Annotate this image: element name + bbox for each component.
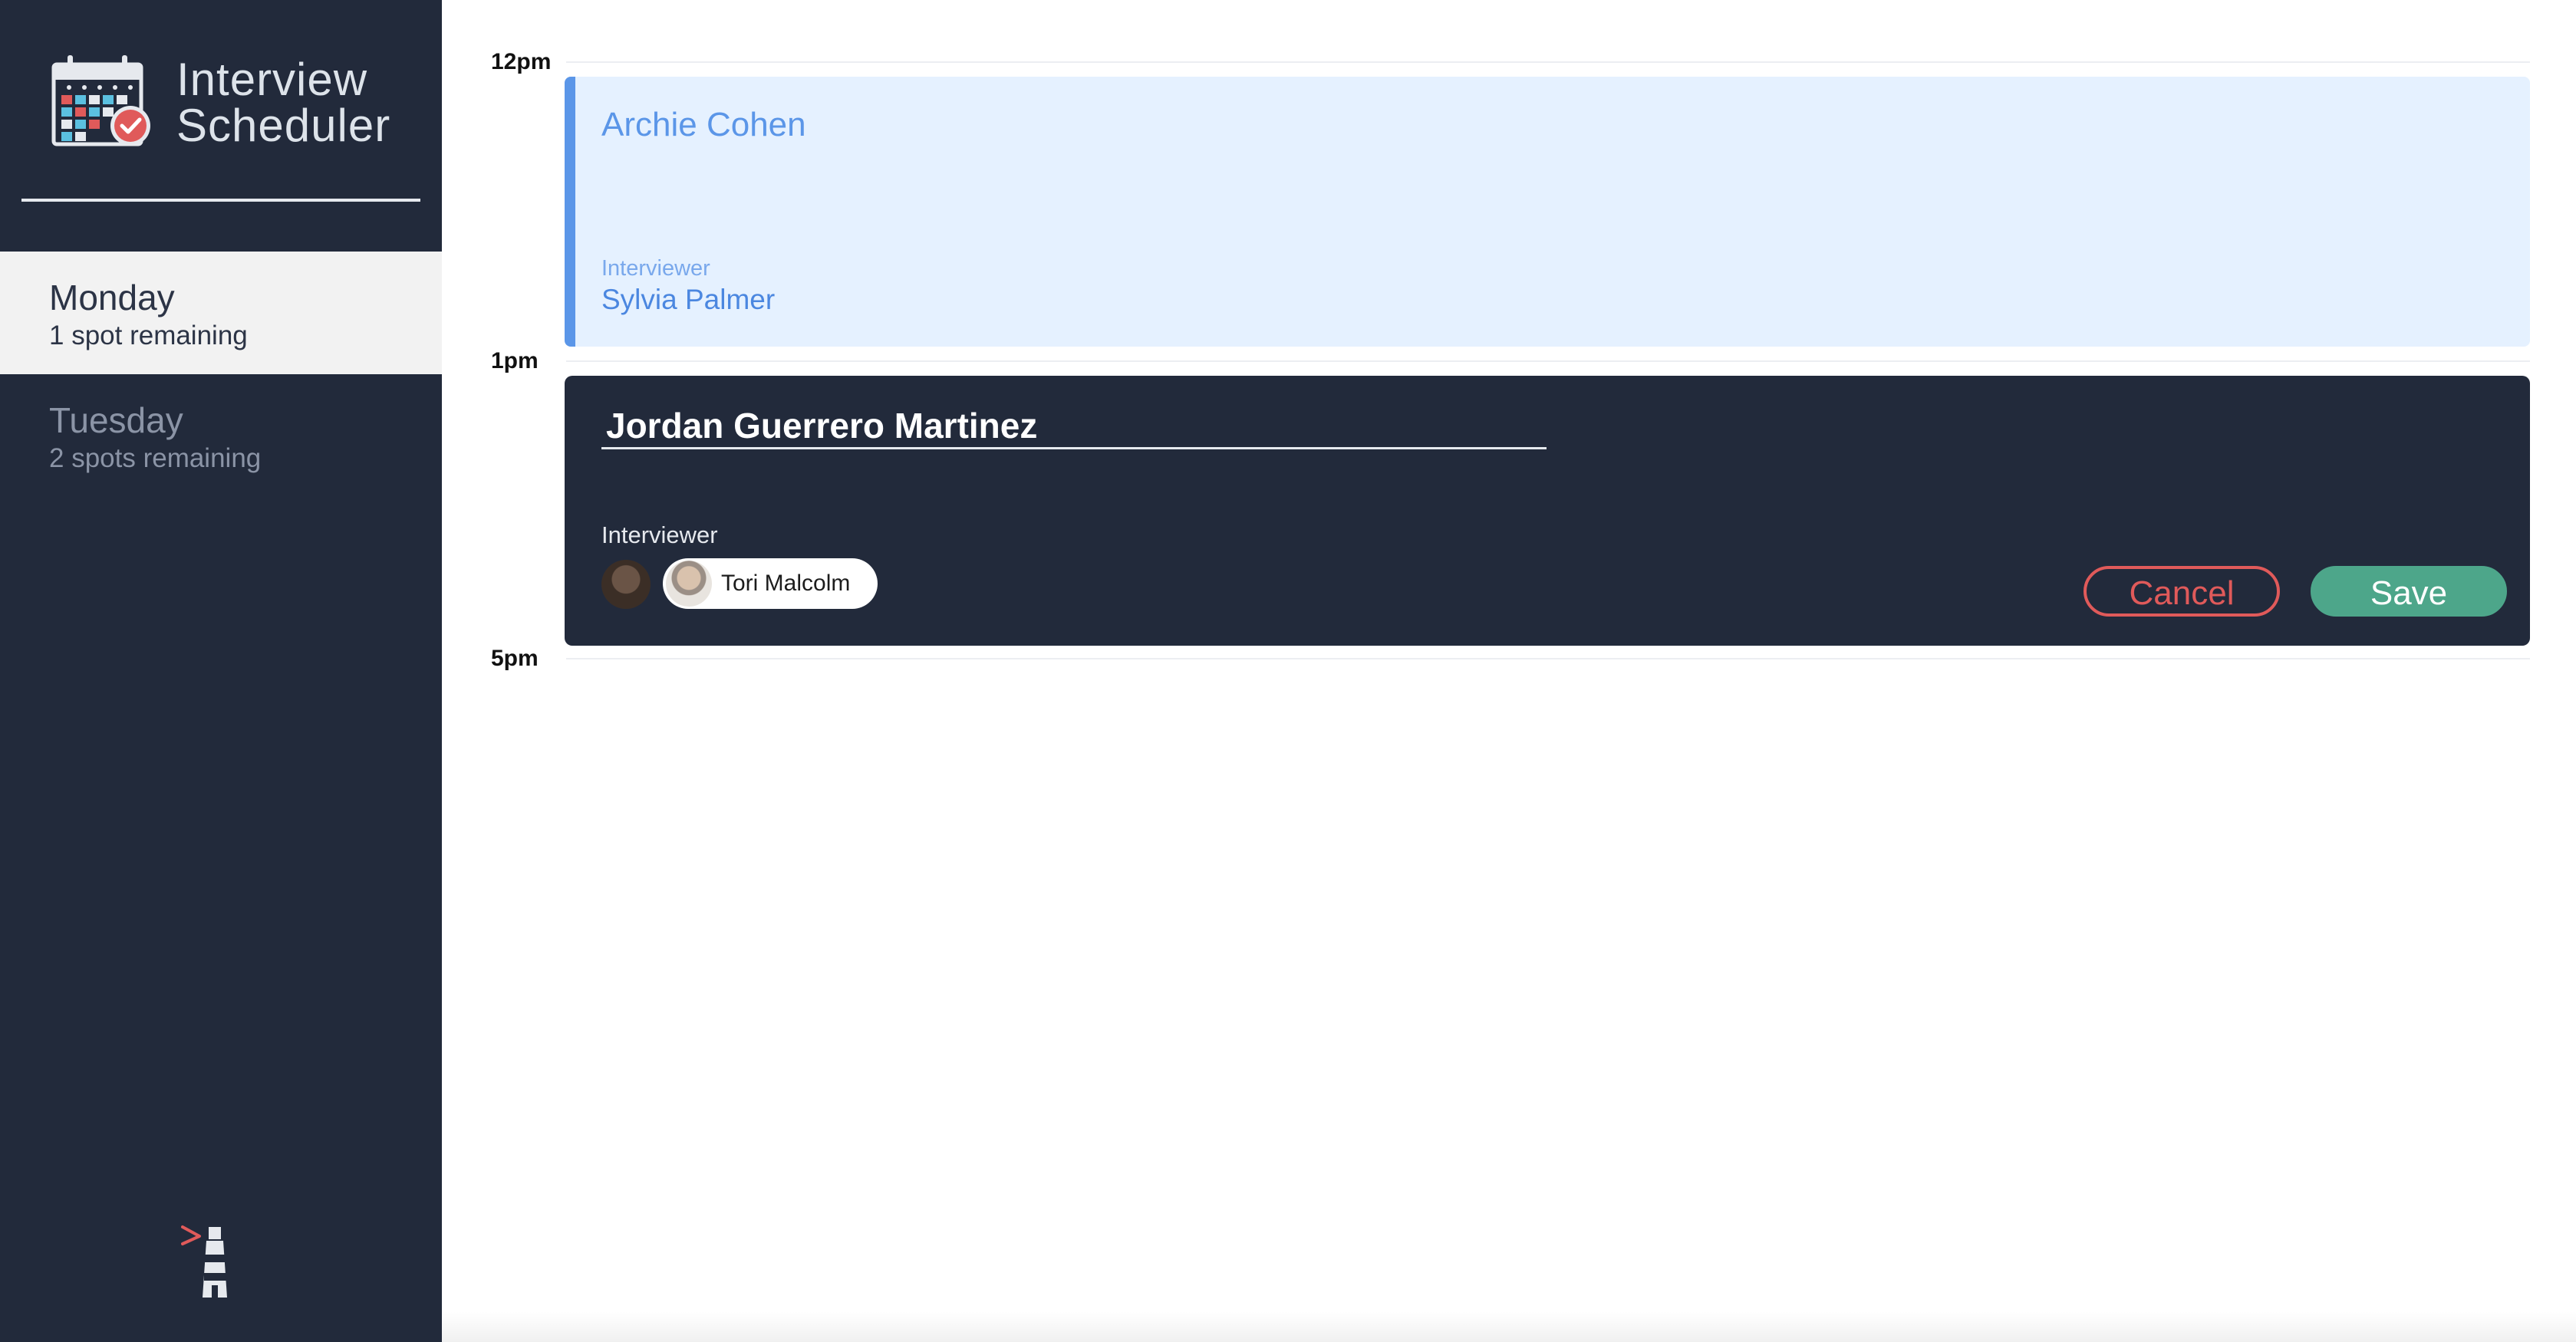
interviewer-item-selected[interactable]: Tori Malcolm: [663, 558, 878, 609]
app-title: Interview Scheduler: [176, 57, 390, 149]
interviewer-label: Interviewer: [601, 256, 710, 281]
day-item-monday[interactable]: Monday 1 spot remaining: [0, 252, 442, 374]
sidebar-divider: [21, 199, 420, 202]
cancel-button[interactable]: Cancel: [2084, 566, 2280, 617]
bottom-shadow: [442, 1311, 2576, 1342]
slot-divider: [566, 360, 2530, 362]
day-name: Monday: [49, 278, 175, 317]
schedule: 12pm Archie Cohen Interviewer Sylvia Pal…: [442, 0, 2576, 1342]
interviewer-avatar[interactable]: [601, 560, 651, 609]
interviewer-name: Tori Malcolm: [721, 571, 851, 596]
time-slot-label: 1pm: [491, 348, 539, 373]
appointment-student: Archie Cohen: [601, 106, 806, 143]
save-button[interactable]: Save: [2311, 566, 2507, 617]
interviewer-avatar: [666, 561, 712, 607]
day-spots: 2 spots remaining: [49, 443, 262, 473]
app-root: Interview Scheduler Monday 1 spot remain…: [0, 0, 2576, 1342]
day-item-tuesday[interactable]: Tuesday 2 spots remaining: [0, 374, 442, 497]
appointment-interviewer: Sylvia Palmer: [601, 284, 776, 315]
day-list: Monday 1 spot remaining Tuesday 2 spots …: [0, 252, 442, 497]
student-name-input[interactable]: [601, 403, 1547, 449]
appointment-card[interactable]: Archie Cohen Interviewer Sylvia Palmer: [565, 77, 2530, 347]
app-title-line2: Scheduler: [176, 100, 391, 151]
app-title-line1: Interview: [176, 54, 368, 105]
slot-divider: [566, 658, 2530, 659]
day-spots: 1 spot remaining: [49, 321, 248, 350]
day-name: Tuesday: [49, 400, 183, 440]
sidebar: Interview Scheduler Monday 1 spot remain…: [0, 0, 442, 1342]
time-slot-label: 12pm: [491, 49, 552, 74]
slot-divider: [566, 61, 2530, 63]
app-logo: Interview Scheduler: [51, 54, 396, 153]
interviewer-label: Interviewer: [601, 521, 718, 548]
calendar-icon: [51, 55, 150, 146]
lighthouse-icon: [181, 1225, 227, 1298]
time-slot-label: 5pm: [491, 646, 539, 671]
appointment-form: Interviewer Tori Malcolm Cancel Save: [565, 376, 2530, 646]
